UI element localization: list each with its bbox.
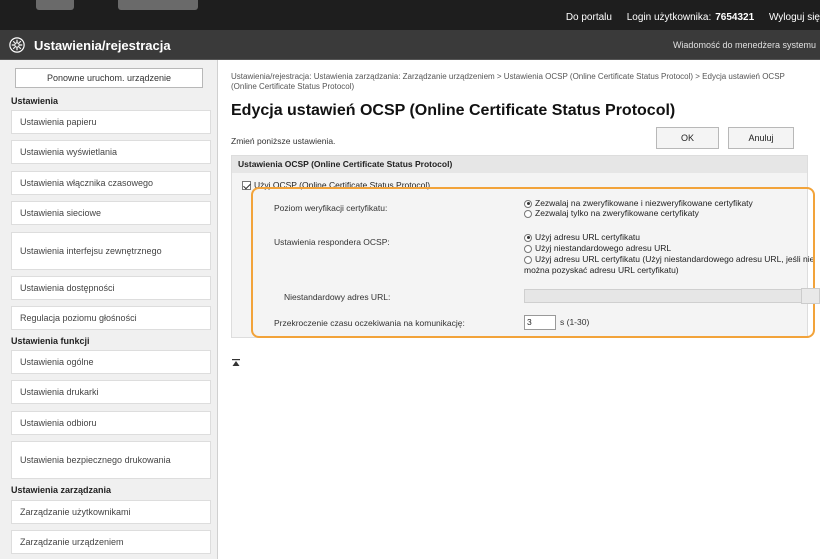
breadcrumb: Ustawienia/rejestracja: Ustawienia zarzą… <box>231 72 785 91</box>
main-content: Ustawienia/rejestracja: Ustawienia zarzą… <box>218 60 820 559</box>
user-value: 7654321 <box>715 12 755 23</box>
page-title: Edycja ustawień OCSP (Online Certificate… <box>231 102 676 119</box>
portal-link[interactable]: Do portalu <box>566 12 612 23</box>
admin-message-link[interactable]: Wiadomość do menedżera systemu <box>673 40 816 50</box>
sidebar-item-accessibility[interactable]: Ustawienia dostępności <box>11 276 211 300</box>
ok-button[interactable]: OK <box>656 127 719 149</box>
sidebar-item-device-management[interactable]: Zarządzanie urządzeniem <box>11 530 211 554</box>
top-bar: Do portalu Login użytkownika: 7654321 Wyl… <box>0 0 820 30</box>
sidebar-section-management: Ustawienia zarządzania <box>11 485 112 495</box>
sidebar-item-paper[interactable]: Ustawienia papieru <box>11 110 211 134</box>
sidebar-item-printer[interactable]: Ustawienia drukarki <box>11 380 211 404</box>
sidebar-item-display[interactable]: Ustawienia wyświetlania <box>11 140 211 164</box>
tab-1[interactable] <box>36 0 74 10</box>
sidebar-section-functions: Ustawienia funkcji <box>11 336 90 346</box>
app-header: Ustawienia/rejestracja Wiadomość do mene… <box>0 30 820 60</box>
horizontal-scrollbar[interactable] <box>801 288 820 304</box>
use-ocsp-checkbox[interactable] <box>242 180 251 190</box>
sidebar: Ponowne uruchom. urządzenie Ustawienia U… <box>0 60 218 559</box>
tab-2[interactable] <box>118 0 198 10</box>
header-title: Ustawienia/rejestracja <box>34 38 171 53</box>
logout-link[interactable]: Wyloguj się <box>769 12 820 23</box>
sidebar-item-external-interface[interactable]: Ustawienia interfejsu zewnętrznego <box>11 232 211 270</box>
gear-icon <box>9 37 25 53</box>
sidebar-item-general[interactable]: Ustawienia ogólne <box>11 350 211 374</box>
user-label: Login użytkownika: <box>626 12 712 23</box>
instruction-text: Zmień poniższe ustawienia. <box>231 136 336 146</box>
sidebar-item-volume[interactable]: Regulacja poziomu głośności <box>11 306 211 330</box>
sidebar-section-settings: Ustawienia <box>11 96 59 106</box>
panel-header: Ustawienia OCSP (Online Certificate Stat… <box>232 156 807 173</box>
cancel-button[interactable]: Anuluj <box>728 127 794 149</box>
restart-device-button[interactable]: Ponowne uruchom. urządzenie <box>15 68 203 88</box>
to-top-icon[interactable] <box>231 358 241 371</box>
top-links: Do portalu Login użytkownika: 7654321 Wyl… <box>554 12 820 23</box>
highlight-box <box>251 187 815 338</box>
sidebar-item-receive[interactable]: Ustawienia odbioru <box>11 411 211 435</box>
sidebar-item-network[interactable]: Ustawienia sieciowe <box>11 201 211 225</box>
browser-tabs <box>0 0 460 10</box>
sidebar-item-secure-print[interactable]: Ustawienia bezpiecznego drukowania <box>11 441 211 479</box>
sidebar-item-user-management[interactable]: Zarządzanie użytkownikami <box>11 500 211 524</box>
sidebar-item-timer[interactable]: Ustawienia włącznika czasowego <box>11 171 211 195</box>
